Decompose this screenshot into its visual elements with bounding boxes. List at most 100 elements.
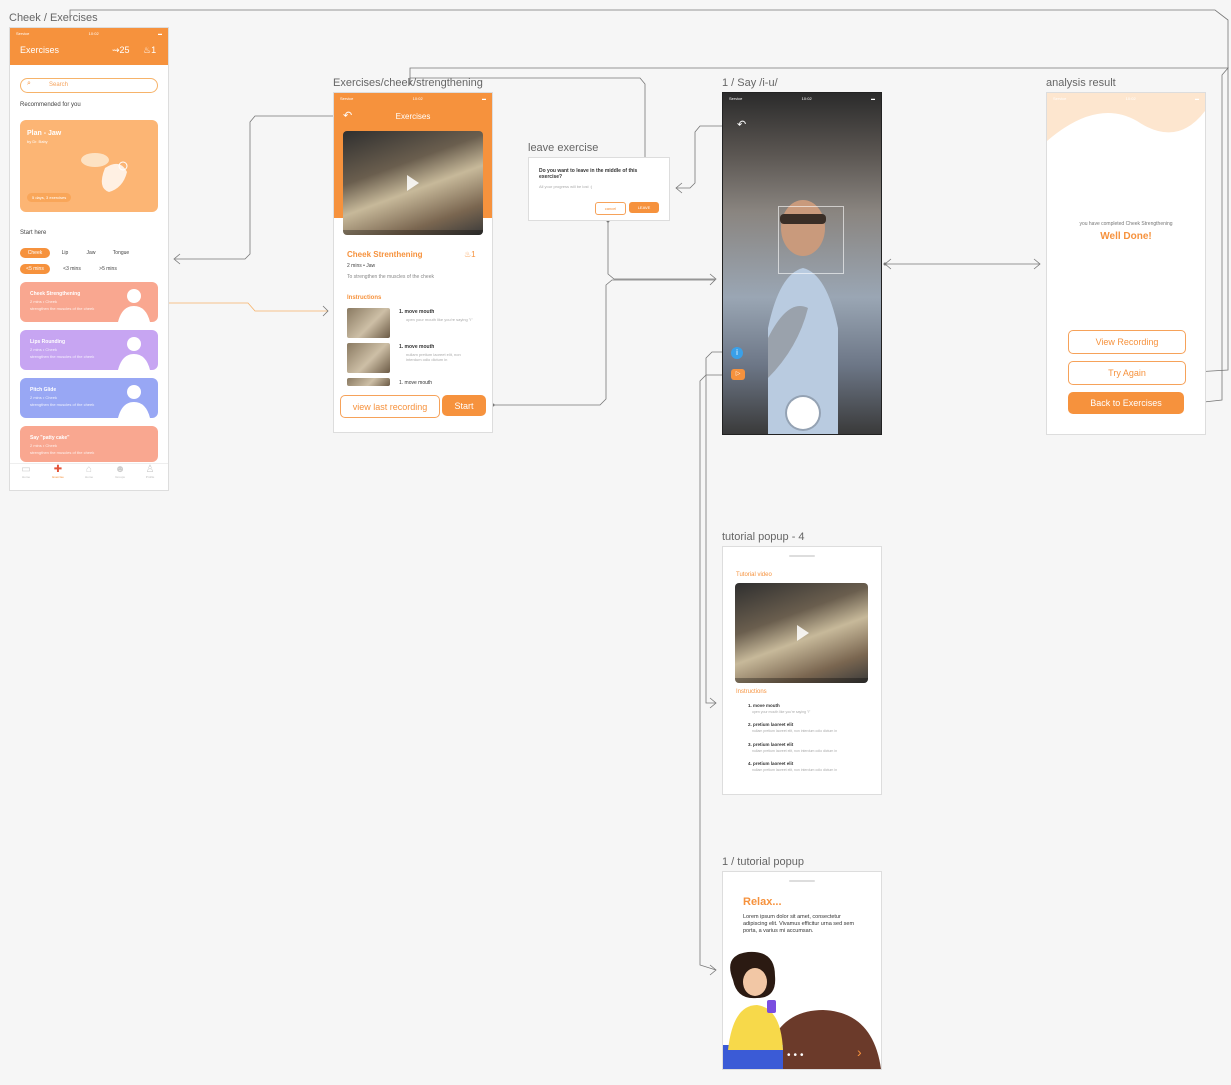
step-thumbnail[interactable] (347, 343, 390, 373)
completed-text: you have completed Cheek Strengthening (1079, 221, 1173, 227)
nav-item-exercise[interactable]: ✚ Exercise (46, 464, 70, 479)
say-exercise-screen: Service 10:02 ▬ ↶ i ▷ (722, 92, 882, 435)
start-button[interactable]: Start (442, 395, 486, 416)
plan-card[interactable]: Plan - Jaw by Dr. Baby 5 days, 3 exercis… (20, 120, 158, 212)
status-time: 10:02 (88, 30, 99, 36)
status-bar: Service 10:02 ▬ (10, 28, 168, 38)
exercise-description: To strengthen the muscles of the cheek (347, 274, 434, 280)
drag-handle[interactable] (789, 880, 815, 882)
filter-chip-lip[interactable]: Lip (54, 248, 76, 258)
header-title: Exercises (395, 112, 431, 121)
step-title: 1. move mouth (399, 380, 433, 386)
card-meta: 2 mins • Cheek (30, 443, 57, 448)
filter-chip-under-5[interactable]: <5 mins (20, 264, 50, 274)
plan-author: by Dr. Baby (27, 139, 48, 144)
bottom-nav: ▭ Home ✚ Exercise ⌂ Home ☻ Groups ♙ Profile (10, 463, 168, 490)
status-time: 10:02 (1125, 95, 1136, 101)
filter-chip-jaw[interactable]: Jaw (80, 248, 102, 258)
exercise-card[interactable]: Lips Rounding 2 mins • Cheek strengthen … (20, 330, 158, 370)
flame-icon: ♨ (143, 45, 152, 55)
status-time: 10:02 (801, 95, 812, 101)
status-bar: Service 10:02 ▬ (1047, 93, 1205, 103)
battery-icon: ▬ (870, 95, 875, 101)
card-meta: 2 mins • Cheek (30, 299, 57, 304)
step-title: 1. move mouth (399, 309, 435, 315)
frame-label-exercises-list: Cheek / Exercises (9, 12, 98, 24)
drag-handle[interactable] (789, 555, 815, 557)
back-icon[interactable]: ↶ (737, 118, 746, 131)
coins-counter: ⇝25 (112, 45, 130, 56)
tutorial-video-heading: Tutorial video (736, 572, 772, 578)
battery-icon: ▬ (1194, 95, 1199, 101)
view-last-recording-button[interactable]: view last recording (340, 395, 440, 418)
step-description: nullam pretium laoreet elit, non interdu… (406, 352, 461, 362)
status-bar: Service 10:02 ▬ (334, 93, 492, 103)
flame-count: ♨1 (464, 250, 476, 259)
frame-label-analysis-result: analysis result (1046, 77, 1116, 89)
card-description: strengthen the muscles of the cheek (30, 450, 95, 455)
search-input[interactable]: ⌕ Search (20, 78, 158, 93)
tutorial-popup-1: Relax... Lorem ipsum dolor sit amet, con… (722, 871, 882, 1070)
nav-item-home-2[interactable]: ⌂ Home (77, 464, 101, 479)
step-thumbnail[interactable] (347, 378, 390, 386)
person-illustration (118, 337, 150, 370)
leave-button[interactable]: LEAVE (629, 202, 659, 213)
step-description: nullam pretium laoreet elit, non interdu… (752, 749, 838, 753)
filter-chip-cheek[interactable]: Cheek (20, 248, 50, 258)
record-button[interactable] (787, 397, 819, 429)
view-recording-button[interactable]: View Recording (1068, 330, 1186, 354)
filter-chip-under-3[interactable]: <3 mins (58, 264, 86, 274)
nav-item-profile[interactable]: ♙ Profile (138, 464, 162, 479)
tutorial-video[interactable] (735, 583, 868, 683)
person-illustration (118, 289, 150, 322)
nav-item-home[interactable]: ▭ Home (14, 464, 38, 479)
analysis-result-screen: Service 10:02 ▬ you have completed Cheek S… (1046, 92, 1206, 435)
frame-label-tutorial-popup-1: 1 / tutorial popup (722, 856, 804, 868)
nav-label: Profile (145, 475, 155, 479)
profile-icon: ♙ (145, 464, 155, 475)
info-icon[interactable]: i (731, 347, 743, 359)
well-done-text: Well Done! (1100, 231, 1152, 242)
house-icon: ⌂ (85, 464, 93, 475)
dumbbell-icon: ✚ (53, 464, 63, 475)
step-description: open your mouth like you're saying "i" (752, 710, 811, 714)
exercise-card[interactable]: Say "patty cake" 2 mins • Cheek strength… (20, 426, 158, 462)
back-to-exercises-button[interactable]: Back to Exercises (1068, 392, 1184, 414)
start-here-heading: Start here (20, 230, 47, 236)
search-placeholder: Search (49, 82, 69, 88)
flame-value: 1 (471, 250, 476, 259)
exercises-header: Service 10:02 ▬ Exercises ⇝25 ♨1 (10, 28, 168, 65)
exercise-card[interactable]: Cheek Strengthening 2 mins • Cheek stren… (20, 282, 158, 322)
status-carrier: Service (1053, 95, 1067, 101)
instructions-heading: Instructions (736, 689, 767, 695)
exercise-meta: 2 mins • Jaw (347, 263, 376, 269)
next-arrow-icon[interactable]: › (857, 1044, 862, 1060)
plan-illustration (75, 148, 135, 198)
plan-title: Plan - Jaw (27, 130, 62, 137)
tutorial-video-icon[interactable]: ▷ (731, 369, 745, 380)
step-title: 1. move mouth (748, 703, 780, 708)
step-title: 1. move mouth (399, 344, 435, 350)
person-illustration (118, 385, 150, 418)
status-carrier: Service (16, 30, 30, 36)
exercise-title: Cheek Strenthening (347, 250, 423, 259)
exercises-list-screen: Service 10:02 ▬ Exercises ⇝25 ♨1 ⌕ Search … (9, 27, 169, 491)
header-title: Exercises (20, 45, 60, 55)
card-description: strengthen the muscles of the cheek (30, 306, 95, 311)
filter-chip-over-5[interactable]: >5 mins (94, 264, 122, 274)
exercise-card[interactable]: Pitch Glide 2 mins • Cheek strengthen th… (20, 378, 158, 418)
cancel-button[interactable]: cancel (595, 202, 626, 215)
step-title: 2. pretium laoreet elit (748, 722, 794, 727)
coins-value: 25 (119, 45, 130, 55)
step-title: 3. pretium laoreet elit (748, 742, 794, 747)
video-controls[interactable] (343, 230, 483, 235)
video-controls[interactable] (735, 678, 868, 683)
card-description: strengthen the muscles of the cheek (30, 354, 95, 359)
play-icon (797, 625, 809, 641)
pagination-dots[interactable]: ••• (787, 1050, 807, 1061)
step-thumbnail[interactable] (347, 308, 390, 338)
nav-item-groups[interactable]: ☻ Groups (108, 464, 132, 479)
filter-chip-tongue[interactable]: Tongue (106, 248, 136, 258)
try-again-button[interactable]: Try Again (1068, 361, 1186, 385)
exercise-video[interactable] (343, 131, 483, 235)
